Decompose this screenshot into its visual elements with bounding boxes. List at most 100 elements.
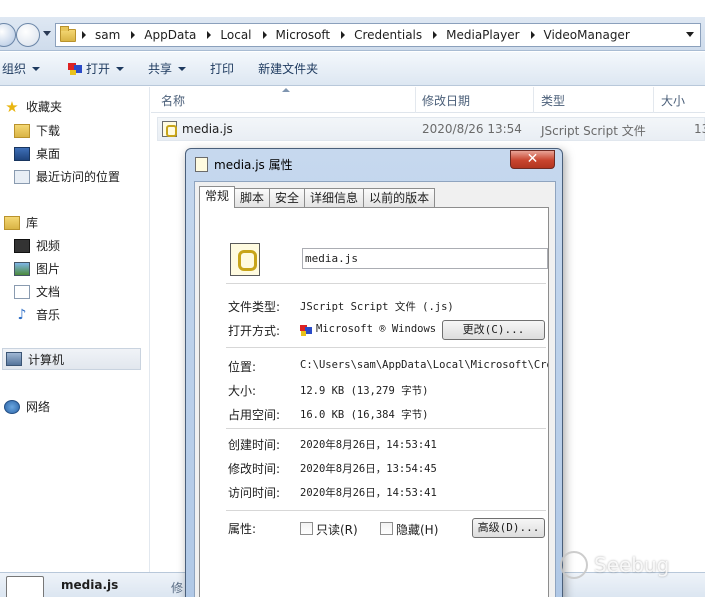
column-name[interactable]: 名称 <box>161 92 185 109</box>
column-divider[interactable] <box>653 87 654 113</box>
breadcrumb-item-local[interactable]: Local <box>220 28 251 42</box>
new-folder-button[interactable]: 新建文件夹 <box>258 60 318 77</box>
breadcrumb-item-sam[interactable]: sam <box>95 28 120 42</box>
close-button[interactable]: ✕ <box>510 150 555 169</box>
network-globe-icon <box>4 399 20 414</box>
address-dropdown-chevron-down-icon[interactable] <box>686 32 694 37</box>
command-toolbar: 组织 打开 共享 打印 新建文件夹 <box>0 52 705 86</box>
readonly-label: 只读(R) <box>316 523 358 537</box>
modified-label: 修改时间: <box>228 462 281 476</box>
chevron-down-icon <box>178 66 187 71</box>
chevron-down-icon <box>32 66 41 71</box>
nav-item-pictures[interactable]: 图片 <box>14 260 60 277</box>
breadcrumb: sam AppData Local Microsoft Credentials … <box>82 28 630 42</box>
hidden-checkbox[interactable] <box>380 522 393 535</box>
jscript-file-icon <box>6 576 44 597</box>
advanced-button[interactable]: 高级(D)... <box>472 518 545 538</box>
nav-item-favorites[interactable]: ★ 收藏夹 <box>4 98 62 115</box>
accessed-value: 2020年8月26日，14:53:41 <box>300 487 437 499</box>
navigation-pane: ★ 收藏夹 下载 桌面 最近访问的位置 库 视频 图片 文档 ♪ 音乐 计算机 … <box>0 87 150 572</box>
attributes-label: 属性: <box>228 522 257 536</box>
general-tab-panel: media.js 文件类型: JScript Script 文件 (.js) 打… <box>199 207 549 597</box>
type-label: 文件类型: <box>228 300 281 314</box>
column-divider[interactable] <box>415 87 416 113</box>
breadcrumb-arrow-icon[interactable] <box>82 31 86 39</box>
breadcrumb-arrow-icon[interactable] <box>131 31 136 39</box>
divider <box>226 428 546 429</box>
breadcrumb-arrow-icon[interactable] <box>207 31 212 39</box>
column-divider[interactable] <box>533 87 534 113</box>
dialog-body: 常规 脚本 安全 详细信息 以前的版本 media.js 文件类型: JScri… <box>194 181 556 597</box>
recent-places-icon <box>14 169 30 184</box>
tab-script[interactable]: 脚本 <box>234 188 271 208</box>
created-label: 创建时间: <box>228 438 281 452</box>
close-icon: ✕ <box>526 151 539 167</box>
open-button[interactable]: 打开 <box>68 60 125 77</box>
nav-item-videos[interactable]: 视频 <box>14 237 60 254</box>
dialog-title: media.js 属性 <box>214 158 293 172</box>
print-button[interactable]: 打印 <box>210 60 234 77</box>
properties-dialog: media.js 属性 ✕ 常规 脚本 安全 详细信息 以前的版本 media.… <box>185 148 563 597</box>
file-size: 13 <box>694 122 705 136</box>
nav-item-network[interactable]: 网络 <box>4 398 50 415</box>
nav-item-computer[interactable]: 计算机 <box>2 348 141 370</box>
tab-details[interactable]: 详细信息 <box>304 188 365 208</box>
file-name-field[interactable]: media.js <box>302 248 548 269</box>
created-value: 2020年8月26日，14:53:41 <box>300 439 437 451</box>
table-row[interactable]: media.js 2020/8/26 13:54 JScript Script … <box>157 117 705 141</box>
organize-button[interactable]: 组织 <box>2 60 41 77</box>
recent-pages-chevron-down-icon[interactable] <box>43 31 51 36</box>
nav-item-libraries[interactable]: 库 <box>4 214 38 231</box>
tab-strip: 常规 脚本 安全 详细信息 以前的版本 <box>199 186 436 208</box>
breadcrumb-arrow-icon[interactable] <box>341 31 346 39</box>
video-library-icon <box>14 238 30 253</box>
column-type[interactable]: 类型 <box>541 92 565 109</box>
breadcrumb-item-microsoft[interactable]: Microsoft <box>276 28 331 42</box>
forward-button[interactable] <box>16 23 40 47</box>
downloads-folder-icon <box>14 123 30 138</box>
file-type: JScript Script 文件 <box>541 124 646 138</box>
opens-with-value: Microsoft ® Windows Based Script Host <box>316 323 436 335</box>
type-value: JScript Script 文件 (.js) <box>300 301 454 313</box>
share-label: 共享 <box>148 62 173 76</box>
library-icon <box>4 215 20 230</box>
tab-general[interactable]: 常规 <box>199 186 236 208</box>
breadcrumb-arrow-icon[interactable] <box>530 31 535 39</box>
divider <box>226 283 546 284</box>
nav-item-music[interactable]: ♪ 音乐 <box>14 306 60 323</box>
star-icon: ★ <box>5 97 19 116</box>
breadcrumb-item-appdata[interactable]: AppData <box>144 28 196 42</box>
address-box[interactable]: sam AppData Local Microsoft Credentials … <box>55 23 701 47</box>
desktop-icon <box>14 146 30 161</box>
documents-library-icon <box>14 284 30 299</box>
readonly-checkbox[interactable] <box>300 522 313 535</box>
nav-item-recent[interactable]: 最近访问的位置 <box>14 168 120 185</box>
tab-previous-versions[interactable]: 以前的版本 <box>363 188 436 208</box>
breadcrumb-item-videomanager[interactable]: VideoManager <box>544 28 630 42</box>
print-label: 打印 <box>210 62 235 76</box>
music-note-icon: ♪ <box>17 306 27 323</box>
divider <box>226 510 546 511</box>
jscript-file-icon <box>195 157 208 172</box>
jscript-file-icon <box>230 243 260 276</box>
details-file-name: media.js <box>61 578 119 592</box>
open-label: 打开 <box>86 62 111 76</box>
breadcrumb-item-credentials[interactable]: Credentials <box>354 28 422 42</box>
accessed-label: 访问时间: <box>228 486 281 500</box>
computer-icon <box>6 352 22 366</box>
change-button[interactable]: 更改(C)... <box>442 320 545 340</box>
size-on-disk-label: 占用空间: <box>228 408 281 422</box>
column-modified[interactable]: 修改日期 <box>422 92 470 109</box>
nav-item-desktop[interactable]: 桌面 <box>14 145 60 162</box>
modified-value: 2020年8月26日，13:54:45 <box>300 463 437 475</box>
breadcrumb-arrow-icon[interactable] <box>433 31 438 39</box>
column-size[interactable]: 大小 <box>661 92 685 109</box>
breadcrumb-item-mediaplayer[interactable]: MediaPlayer <box>446 28 519 42</box>
share-button[interactable]: 共享 <box>148 60 187 77</box>
nav-item-downloads[interactable]: 下载 <box>14 122 60 139</box>
tab-security[interactable]: 安全 <box>269 188 306 208</box>
new-folder-label: 新建文件夹 <box>258 62 319 76</box>
nav-item-documents[interactable]: 文档 <box>14 283 60 300</box>
breadcrumb-arrow-icon[interactable] <box>262 31 267 39</box>
back-button[interactable] <box>0 23 16 47</box>
